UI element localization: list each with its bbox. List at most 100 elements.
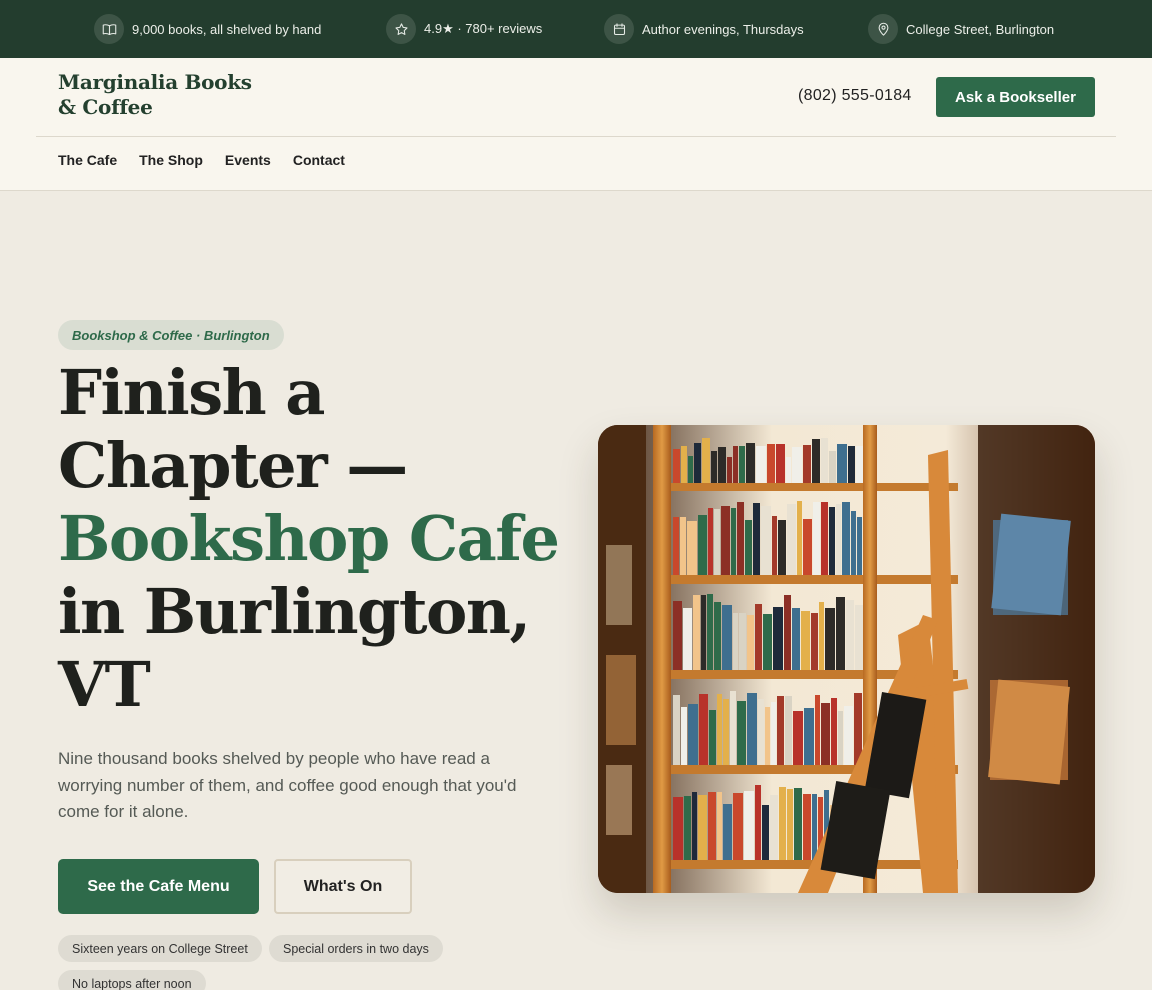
book-spine xyxy=(761,506,771,575)
book-spine xyxy=(821,502,828,575)
book-spine xyxy=(714,602,721,670)
book-spine xyxy=(801,611,810,670)
headline-line: in Burlington, xyxy=(58,575,531,648)
top-info-bar: 9,000 books, all shelved by hand 4.9★ · … xyxy=(0,0,1152,58)
book-spine xyxy=(773,607,783,670)
whats-on-button[interactable]: What's On xyxy=(274,859,412,914)
book-spine xyxy=(714,509,720,575)
headline-accent: Bookshop Cafe xyxy=(58,502,560,575)
book-spine xyxy=(836,597,845,670)
book-spine xyxy=(811,613,818,670)
book-spine xyxy=(856,446,863,483)
book-spine xyxy=(851,511,856,575)
book-spine xyxy=(739,613,746,670)
book-spine xyxy=(792,608,800,670)
bookshelf-photo xyxy=(598,425,1095,893)
book-spine xyxy=(733,446,738,483)
book-spine xyxy=(737,502,744,575)
book-spine xyxy=(812,794,817,860)
nav-item-events[interactable]: Events xyxy=(225,152,271,168)
topbar-text: 9,000 books, all shelved by hand xyxy=(132,21,322,37)
book-spine xyxy=(821,703,830,765)
eyebrow-badge: Bookshop & Coffee · Burlington xyxy=(58,320,284,350)
nav-item-cafe[interactable]: The Cafe xyxy=(58,152,117,168)
book-spine xyxy=(844,706,853,765)
page-title: Finish a Chapter — Bookshop Cafe in Burl… xyxy=(58,356,568,721)
topbar-item-events: Author evenings, Thursdays xyxy=(604,14,804,44)
location-pin-icon xyxy=(868,14,898,44)
book-spine xyxy=(723,699,729,765)
book-spine xyxy=(673,695,680,765)
book-spine xyxy=(772,516,777,575)
book-spine xyxy=(803,519,812,575)
star-icon xyxy=(386,14,416,44)
book-spine xyxy=(731,508,736,575)
book-spine xyxy=(707,594,713,670)
book-spine xyxy=(673,797,683,860)
book-spine xyxy=(747,615,754,670)
book-spine xyxy=(842,502,850,575)
topbar-item-books: 9,000 books, all shelved by hand xyxy=(94,14,321,44)
phone-number-link[interactable]: (802) 555-0184 xyxy=(798,87,912,105)
book-spine xyxy=(837,444,847,483)
book-spine xyxy=(771,702,776,765)
topbar-item-reviews: 4.9★ · 780+ reviews xyxy=(386,14,542,44)
logo[interactable]: Marginalia Books & Coffee xyxy=(58,70,258,120)
book-spine xyxy=(755,604,762,670)
book-icon xyxy=(94,14,124,44)
book-spine xyxy=(683,608,692,670)
book-spine xyxy=(737,701,746,765)
book-spine xyxy=(687,521,697,575)
book-spine xyxy=(787,504,796,575)
book-spine xyxy=(821,438,828,483)
book-spine xyxy=(744,791,754,860)
see-cafe-menu-button[interactable]: See the Cafe Menu xyxy=(58,859,259,914)
book-spine xyxy=(755,785,761,860)
topbar-item-location: College Street, Burlington xyxy=(868,14,1054,44)
book-spine xyxy=(709,710,716,765)
book-spine xyxy=(717,792,722,860)
main-nav: The Cafe The Shop Events Contact xyxy=(58,152,367,168)
hero-description: Nine thousand books shelved by people wh… xyxy=(58,749,517,821)
headline-line: VT xyxy=(58,648,151,721)
book-spine xyxy=(785,696,792,765)
book-spine xyxy=(776,444,785,483)
book-spine xyxy=(784,595,791,670)
book-spine xyxy=(794,788,802,860)
logo-line-2: & Coffee xyxy=(58,95,153,119)
book-spine xyxy=(692,792,697,860)
book-spine xyxy=(815,695,820,765)
book-spine xyxy=(763,614,772,670)
book-spine xyxy=(673,449,680,483)
nav-item-contact[interactable]: Contact xyxy=(293,152,345,168)
book-spine xyxy=(762,805,769,860)
book-spine xyxy=(702,438,710,483)
book-spine xyxy=(699,694,708,765)
nav-item-shop[interactable]: The Shop xyxy=(139,152,203,168)
book-spine xyxy=(688,704,698,765)
book-spine xyxy=(758,699,764,765)
book-spine xyxy=(803,794,811,860)
book-spine xyxy=(698,515,707,575)
book-spine xyxy=(767,444,775,483)
headline-line: Chapter — xyxy=(58,429,408,502)
book-spine xyxy=(698,795,707,860)
book-spine xyxy=(777,696,784,765)
headline-line: Finish a xyxy=(58,356,325,429)
book-spine xyxy=(680,517,686,575)
book-spine xyxy=(829,507,835,575)
book-spine xyxy=(733,793,743,860)
calendar-icon xyxy=(604,14,634,44)
book-spine xyxy=(684,796,691,860)
book-spine xyxy=(846,600,854,670)
ask-a-bookseller-button[interactable]: Ask a Bookseller xyxy=(936,77,1095,117)
book-spine xyxy=(708,508,713,575)
book-spine xyxy=(786,457,791,483)
book-spine xyxy=(803,445,811,483)
book-spine xyxy=(829,451,836,483)
feature-chip: Sixteen years on College Street xyxy=(58,935,262,962)
book-spine xyxy=(793,711,803,765)
book-spine xyxy=(836,504,841,575)
book-spine xyxy=(746,443,755,483)
book-spine xyxy=(747,693,757,765)
